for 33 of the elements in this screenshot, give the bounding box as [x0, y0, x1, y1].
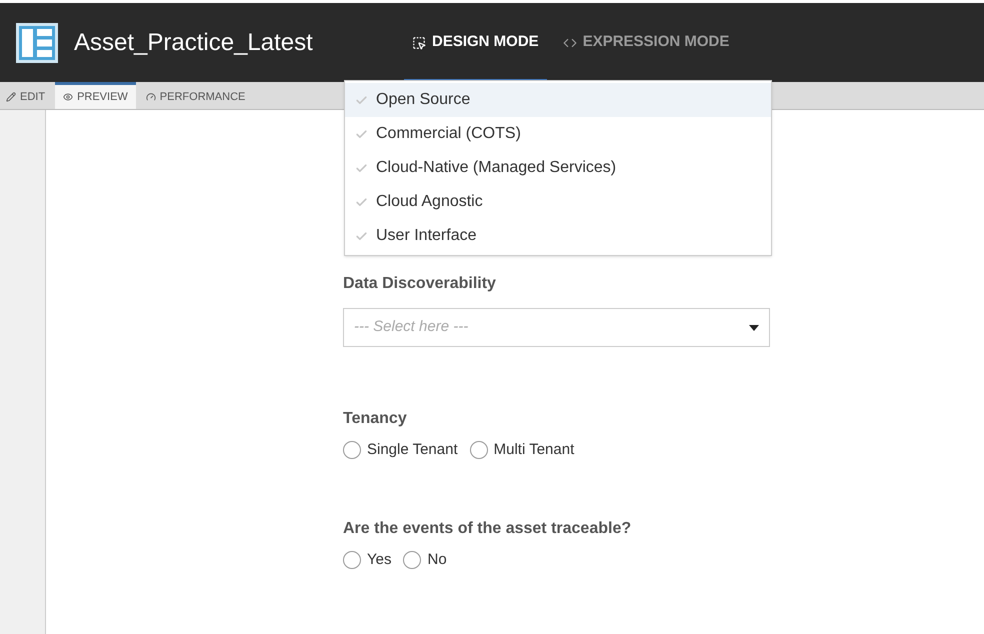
radio-label: Multi Tenant	[494, 440, 574, 460]
option-label: User Interface	[376, 226, 476, 246]
option-label: Commercial (COTS)	[376, 124, 521, 144]
dropdown-option[interactable]: User Interface	[345, 219, 771, 253]
radio-button[interactable]	[343, 441, 361, 460]
dropdown-option[interactable]: Commercial (COTS)	[345, 117, 771, 151]
radio-label: Single Tenant	[367, 440, 458, 460]
radio-button[interactable]	[343, 550, 361, 569]
app-title: Asset_Practice_Latest	[74, 28, 314, 58]
view-tab[interactable]: PREVIEW	[55, 82, 136, 109]
gauge-icon	[146, 92, 156, 102]
caret-icon	[749, 324, 759, 330]
option-label: Cloud Agnostic	[376, 192, 483, 212]
mode-tab[interactable]: EXPRESSION MODE	[554, 6, 738, 82]
layout-icon	[16, 22, 58, 62]
field-label: Are the events of the asset traceable?	[343, 518, 632, 538]
select-placeholder: --- Select here ---	[354, 317, 468, 338]
field-label: Tenancy	[343, 409, 408, 429]
radio-label: Yes	[367, 550, 392, 570]
radio-label: No	[427, 550, 447, 570]
dropdown-option[interactable]: Cloud-Native (Managed Services)	[345, 151, 771, 185]
view-tab[interactable]: EDIT	[0, 82, 52, 109]
radio-button[interactable]	[470, 441, 488, 460]
eye-icon	[63, 92, 74, 102]
field-label: Data Discoverability	[343, 274, 497, 294]
dropdown-option[interactable]: Open Source	[345, 83, 771, 117]
dropdown-option[interactable]: Cloud Agnostic	[345, 185, 771, 219]
view-tab[interactable]: PERFORMANCE	[140, 82, 252, 109]
radio-button[interactable]	[403, 550, 422, 569]
pencil-icon	[6, 92, 16, 102]
option-label: Cloud-Native (Managed Services)	[376, 158, 616, 178]
option-label: Open Source	[376, 90, 470, 110]
cursor-select-icon	[412, 36, 426, 50]
